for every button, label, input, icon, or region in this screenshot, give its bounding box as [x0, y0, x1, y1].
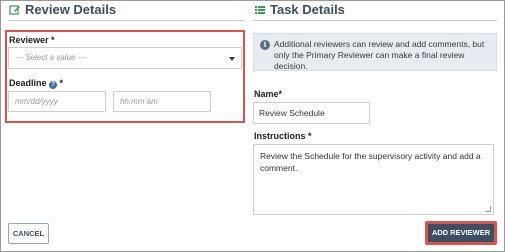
- info-icon: i: [260, 40, 270, 50]
- review-details-title: Review Details: [25, 2, 117, 17]
- review-heading-divider: [8, 20, 244, 21]
- deadline-time-input[interactable]: hh:mm am: [113, 91, 211, 112]
- chevron-down-icon: [229, 57, 235, 61]
- reviewer-select-value: --- Select a value ---: [15, 53, 86, 62]
- reviewer-label: Reviewer *: [9, 35, 55, 45]
- info-message-box: i Additional reviewers can review and ad…: [253, 33, 497, 71]
- resize-handle-icon[interactable]: [485, 206, 491, 212]
- reviewer-select[interactable]: --- Select a value ---: [8, 47, 242, 69]
- list-icon: [254, 4, 266, 16]
- name-input[interactable]: Review Schedule: [253, 102, 370, 124]
- task-details-heading: Task Details: [254, 2, 345, 17]
- add-reviewer-button[interactable]: ADD REVIEWER: [428, 224, 494, 242]
- cancel-button[interactable]: CANCEL: [8, 223, 49, 244]
- instructions-label: Instructions *: [254, 131, 312, 141]
- task-details-title: Task Details: [270, 2, 345, 17]
- help-icon[interactable]: ?: [49, 81, 58, 89]
- info-message-text: Additional reviewers can review and add …: [274, 39, 485, 71]
- add-reviewer-button-highlight: ADD REVIEWER: [425, 221, 497, 245]
- review-details-heading: Review Details: [9, 2, 116, 17]
- deadline-date-input[interactable]: mm/dd/yyyy: [8, 91, 106, 112]
- instructions-textarea[interactable]: Review the Schedule for the supervisory …: [253, 144, 494, 215]
- deadline-label: Deadline ? *: [9, 78, 64, 89]
- task-heading-divider: [253, 20, 497, 21]
- name-label: Name*: [254, 89, 283, 99]
- edit-icon: [9, 4, 21, 16]
